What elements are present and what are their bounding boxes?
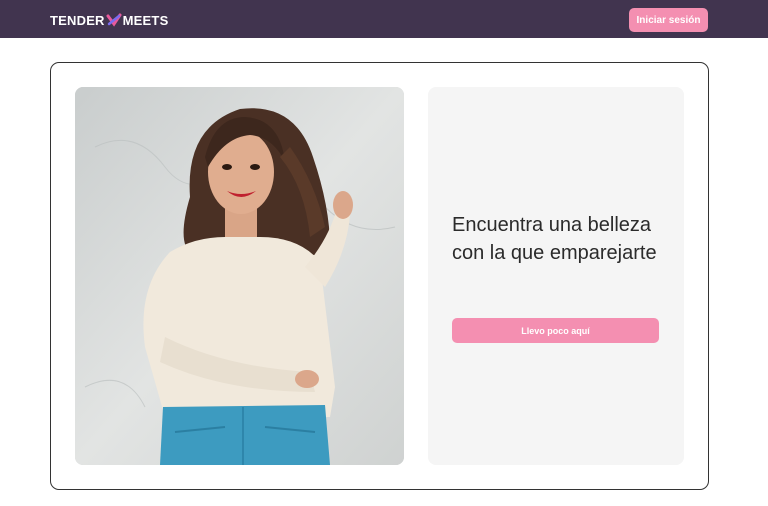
new-here-button[interactable]: Llevo poco aquí (452, 318, 659, 343)
logo-text-right: MEETS (122, 12, 169, 28)
top-navigation-bar: TENDER MEETS Iniciar sesión (0, 0, 768, 38)
hero-text-panel: Encuentra una belleza con la que emparej… (428, 87, 684, 465)
hero-photo (75, 87, 404, 465)
woman-photo-illustration (75, 87, 404, 465)
hero-headline: Encuentra una belleza con la que emparej… (452, 214, 657, 264)
site-logo[interactable]: TENDER MEETS (50, 11, 168, 29)
heart-check-icon (106, 13, 122, 27)
hero-card: Encuentra una belleza con la que emparej… (50, 62, 709, 490)
logo-text-left: TENDER (50, 12, 105, 28)
login-button[interactable]: Iniciar sesión (629, 8, 708, 32)
